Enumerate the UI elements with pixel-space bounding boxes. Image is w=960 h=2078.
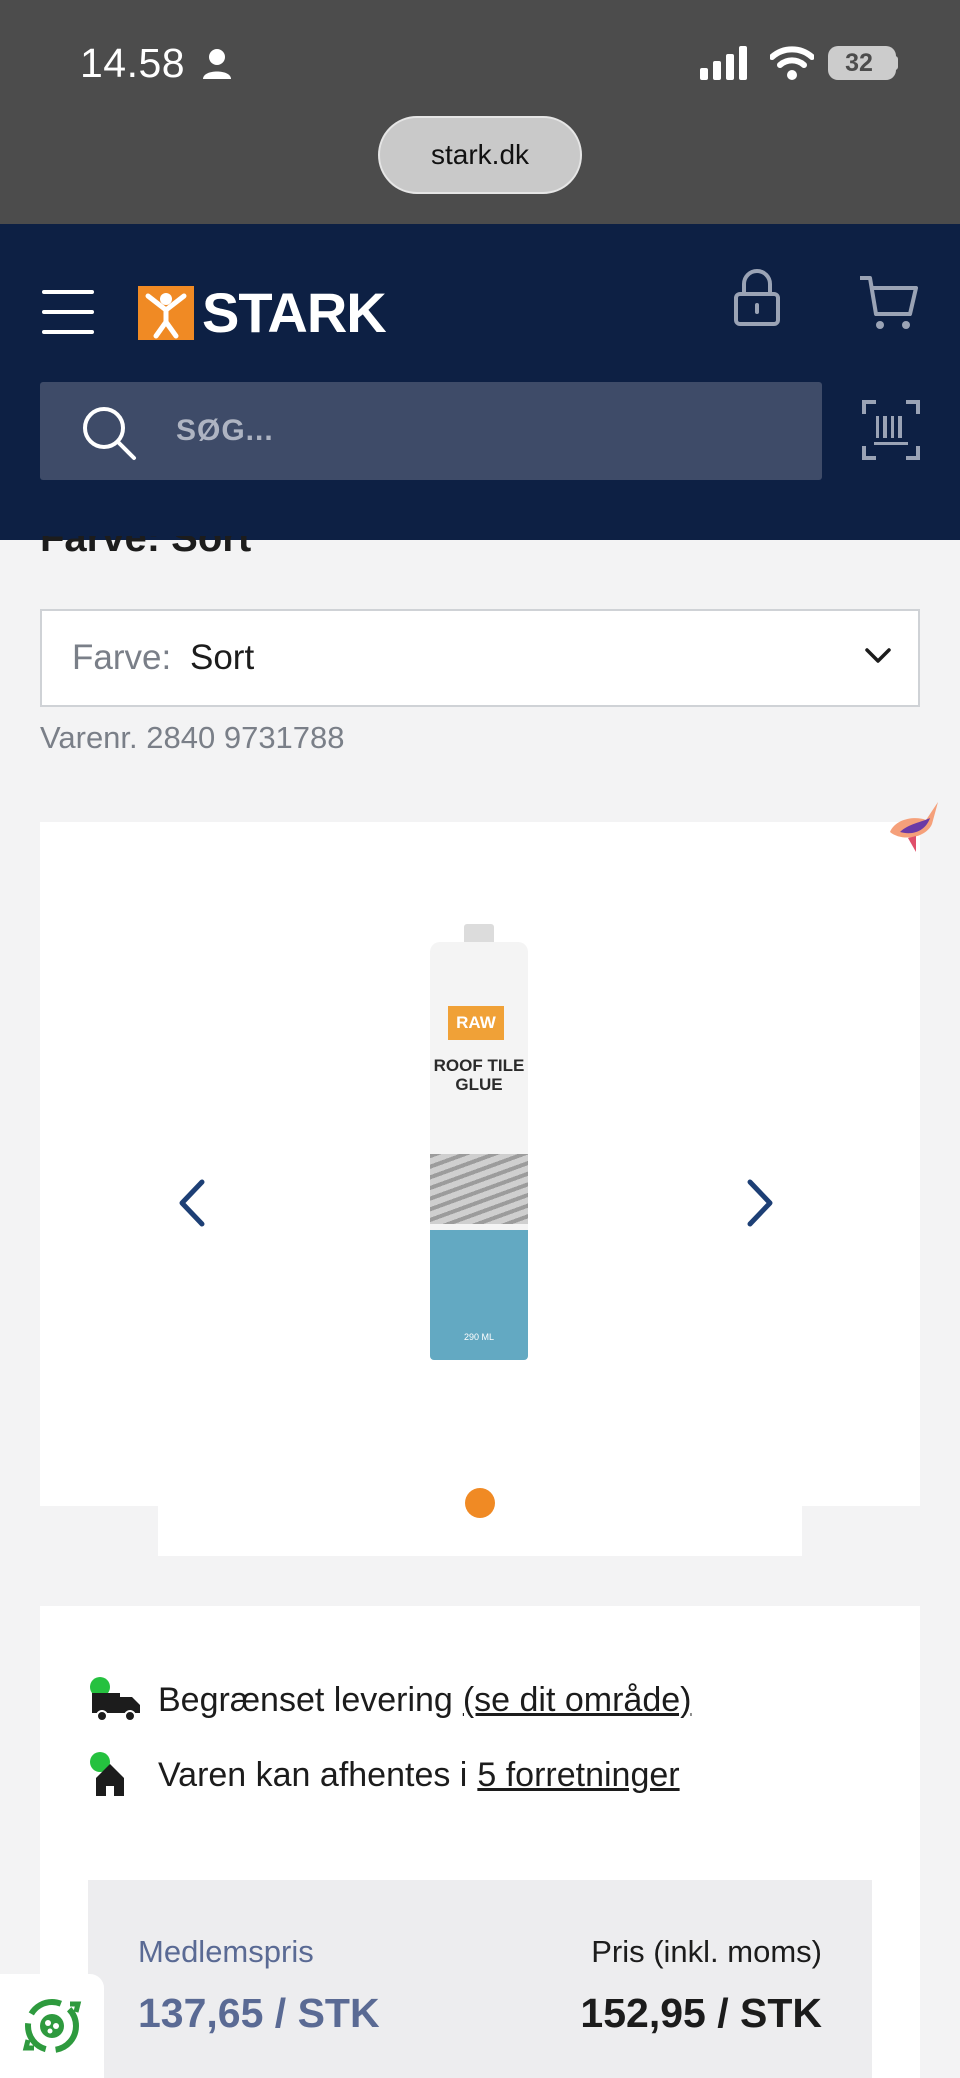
truck-icon	[88, 1675, 146, 1725]
price-label: Pris (inkl. moms)	[591, 1934, 822, 1969]
status-bar: 14.58 32 stark.dk	[0, 0, 960, 224]
signal-icon	[700, 46, 747, 80]
lock-icon[interactable]	[734, 268, 780, 326]
recycle-icon	[22, 1999, 82, 2053]
product-image-brand: RAW	[448, 1006, 504, 1040]
cart-icon[interactable]	[858, 274, 920, 332]
color-dropdown-label: Farve:	[72, 638, 172, 677]
pickup-row: Varen kan afhentes i 5 forretninger	[88, 1750, 680, 1800]
stark-logo-text: STARK	[202, 281, 387, 344]
roof-illustration	[430, 1154, 528, 1224]
product-image-name: ROOF TILE GLUE	[433, 1056, 525, 1094]
stark-logo[interactable]: STARK	[138, 281, 387, 344]
chat-bird-icon[interactable]	[886, 798, 942, 854]
store-icon	[88, 1750, 146, 1800]
pickup-text: Varen kan afhentes i	[158, 1755, 468, 1794]
stores-link[interactable]: 5 forretninger	[477, 1756, 679, 1795]
item-number: Varenr. 2840 9731788	[40, 720, 345, 755]
chevron-down-icon	[865, 648, 891, 663]
search-icon	[83, 407, 136, 460]
stark-logo-mark	[138, 286, 194, 340]
browser-url-pill[interactable]: stark.dk	[378, 116, 582, 194]
color-dropdown-value: Sort	[190, 638, 255, 677]
product-image[interactable]: RAW ROOF TILE GLUE 290 ML	[430, 924, 528, 1360]
product-image-volume: 290 ML	[463, 1332, 495, 1342]
gallery-dot-active[interactable]	[465, 1488, 495, 1518]
color-heading-partial: Farve: Sort	[40, 536, 252, 560]
price: 152,95 / STK	[580, 1990, 822, 2036]
member-price: 137,65 / STK	[138, 1990, 380, 2036]
delivery-area-link[interactable]: (se dit område)	[463, 1681, 692, 1720]
battery-level: 32	[845, 48, 873, 77]
person-icon	[203, 49, 231, 79]
wifi-icon	[770, 46, 814, 80]
delivery-text: Begrænset levering	[158, 1680, 453, 1719]
status-time: 14.58	[80, 40, 186, 86]
search-input[interactable]: SØG...	[176, 382, 274, 480]
delivery-row: Begrænset levering (se dit område)	[88, 1675, 691, 1725]
member-price-label: Medlemspris	[138, 1934, 314, 1969]
battery-tip	[893, 56, 898, 70]
search-bar[interactable]: SØG...	[40, 382, 822, 480]
color-dropdown[interactable]: Farve: Sort	[40, 609, 920, 707]
hamburger-menu-icon[interactable]	[42, 290, 94, 334]
battery-icon: 32	[828, 46, 896, 80]
gallery-prev-icon[interactable]	[178, 1178, 206, 1228]
site-header: STARK SØG...	[0, 224, 960, 540]
price-box: Medlemspris 137,65 / STK Pris (inkl. mom…	[88, 1880, 872, 2078]
recycle-widget[interactable]	[0, 1974, 104, 2078]
gallery-next-icon[interactable]	[746, 1178, 774, 1228]
barcode-scan-icon[interactable]	[862, 400, 920, 460]
